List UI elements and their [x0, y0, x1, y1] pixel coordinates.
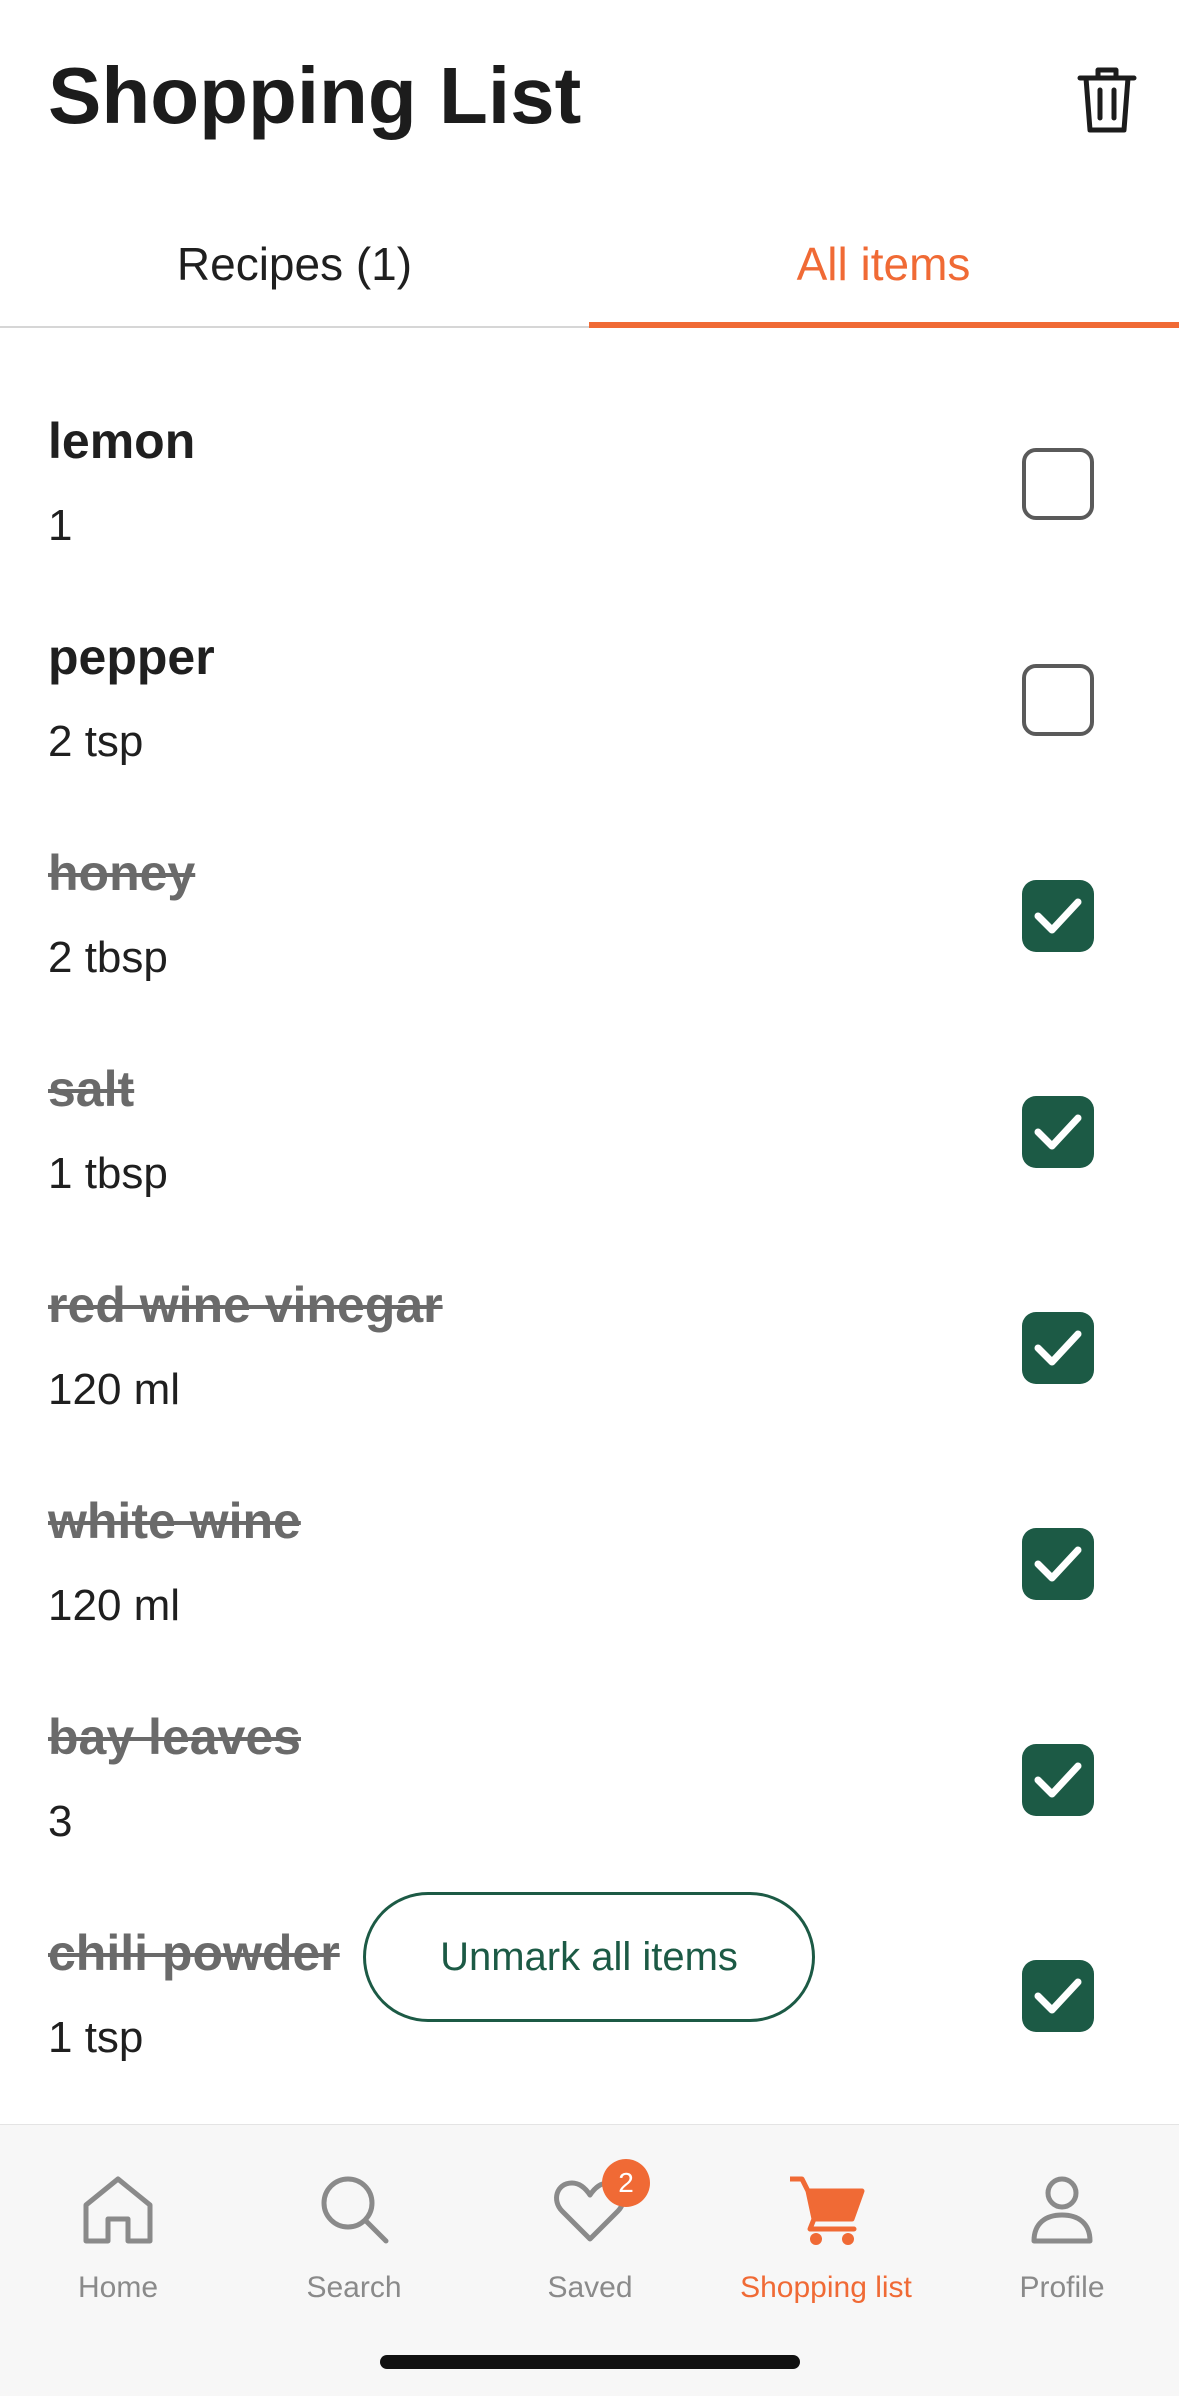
list-item: bay leaves 3: [0, 1696, 1179, 1912]
item-checkbox[interactable]: [1022, 1744, 1094, 1816]
item-name: white wine: [48, 1493, 301, 1549]
item-checkbox[interactable]: [1022, 880, 1094, 952]
item-quantity: 1: [48, 501, 73, 550]
list-item: lemon 1: [0, 400, 1179, 616]
checkmark-icon: [1034, 1114, 1082, 1150]
item-quantity: 2 tsp: [48, 717, 144, 766]
active-tab-indicator: [589, 322, 1179, 328]
nav-search[interactable]: Search: [236, 2149, 472, 2309]
home-indicator: [380, 2355, 800, 2369]
nav-saved[interactable]: 2 Saved: [472, 2149, 708, 2309]
home-icon: [83, 2176, 153, 2244]
nav-label: Profile: [1019, 2271, 1105, 2304]
shopping-items-list: lemon 1 pepper 2 tsp honey 2 tbsp salt 1…: [0, 400, 1179, 2128]
profile-icon: [1031, 2176, 1093, 2244]
item-name: salt: [48, 1061, 135, 1117]
checkmark-icon: [1034, 1978, 1082, 2014]
nav-label: Saved: [547, 2271, 633, 2304]
item-name: honey: [48, 845, 196, 901]
list-item: salt 1 tbsp: [0, 1048, 1179, 1264]
item-checkbox[interactable]: [1022, 448, 1094, 520]
item-checkbox[interactable]: [1022, 664, 1094, 736]
nav-label: Home: [77, 2271, 159, 2304]
trash-button[interactable]: [1076, 64, 1138, 136]
item-checkbox[interactable]: [1022, 1312, 1094, 1384]
nav-profile[interactable]: Profile: [944, 2149, 1179, 2309]
item-checkbox[interactable]: [1022, 1960, 1094, 2032]
item-name: lemon: [48, 413, 196, 469]
header: Shopping List: [0, 0, 1179, 200]
search-icon: [321, 2176, 389, 2244]
page-title: Shopping List: [48, 51, 582, 140]
item-checkbox[interactable]: [1022, 1096, 1094, 1168]
cart-icon: [790, 2176, 865, 2245]
tab-recipes[interactable]: Recipes (1): [0, 200, 589, 328]
nav-label: Search: [306, 2271, 402, 2304]
checkmark-icon: [1034, 1546, 1082, 1582]
checkmark-icon: [1034, 1330, 1082, 1366]
checkmark-icon: [1034, 1762, 1082, 1798]
tab-all-items[interactable]: All items: [589, 200, 1178, 328]
nav-label: Shopping list: [740, 2271, 912, 2304]
list-item: pepper 2 tsp: [0, 616, 1179, 832]
item-name: bay leaves: [48, 1709, 301, 1765]
item-name: pepper: [48, 629, 215, 685]
list-item: honey 2 tbsp: [0, 832, 1179, 1048]
nav-shopping-list[interactable]: Shopping list: [708, 2149, 944, 2309]
item-checkbox[interactable]: [1022, 1528, 1094, 1600]
item-quantity: 3: [48, 1797, 73, 1846]
list-item: red wine vinegar 120 ml: [0, 1264, 1179, 1480]
saved-count-badge: 2: [602, 2159, 650, 2207]
item-name: chili powder: [48, 1925, 340, 1981]
checkmark-icon: [1034, 898, 1082, 934]
item-quantity: 1 tsp: [48, 2013, 144, 2062]
tab-bar: Recipes (1) All items: [0, 200, 1179, 328]
unmark-all-button[interactable]: Unmark all items: [363, 1892, 815, 2022]
item-quantity: 2 tbsp: [48, 933, 168, 982]
nav-home[interactable]: Home: [0, 2149, 236, 2309]
list-item: white wine 120 ml: [0, 1480, 1179, 1696]
item-quantity: 120 ml: [48, 1581, 181, 1630]
item-name: red wine vinegar: [48, 1277, 443, 1333]
item-quantity: 120 ml: [48, 1365, 181, 1414]
trash-icon: [1077, 67, 1137, 133]
item-quantity: 1 tbsp: [48, 1149, 168, 1198]
